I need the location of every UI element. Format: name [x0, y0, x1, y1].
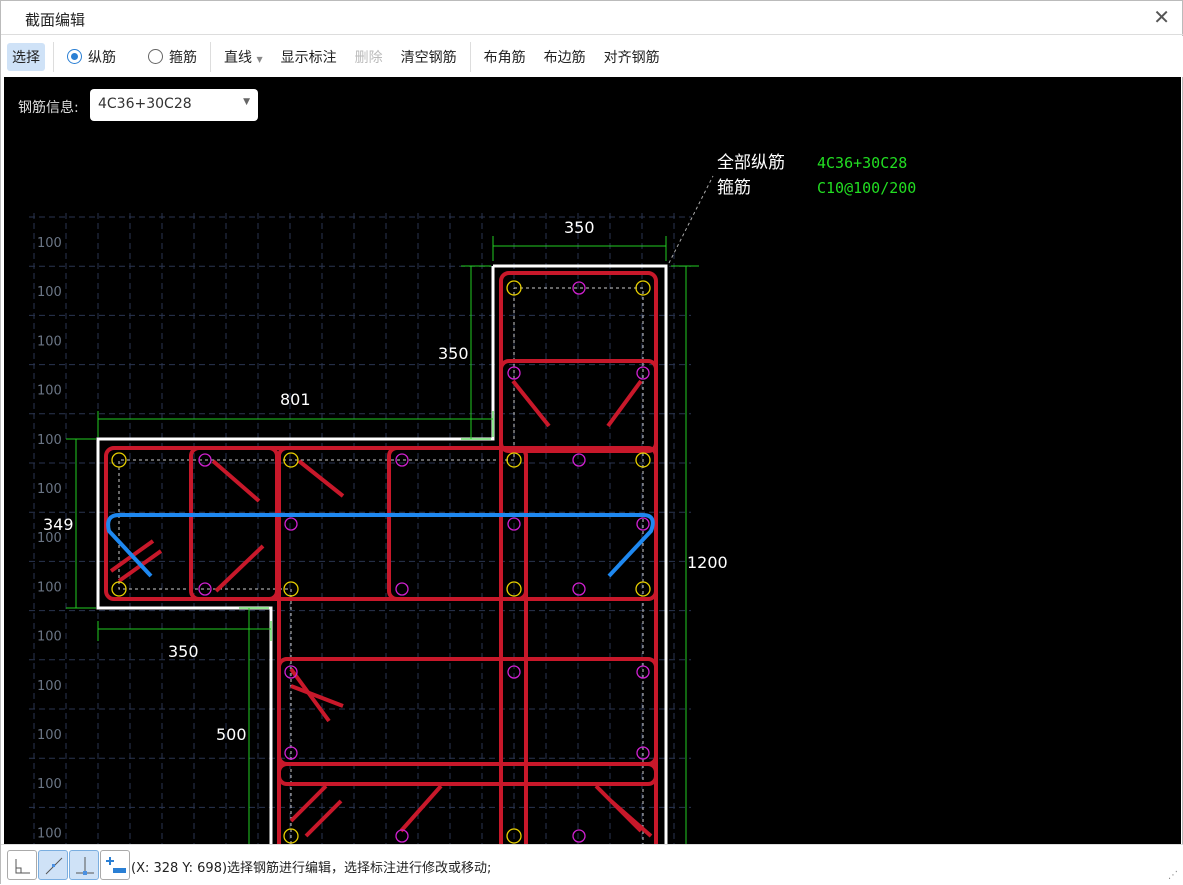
corner-icon	[15, 859, 30, 874]
plus-minus-icon	[106, 857, 126, 873]
perpendicular-snap-button[interactable]	[69, 850, 99, 880]
stirrup-hook	[304, 799, 343, 838]
stirrup	[277, 657, 658, 766]
stirrup	[387, 446, 528, 601]
rebar-info-select[interactable]: 4C36+30C28 ▼	[90, 89, 258, 121]
stirrup-hook	[606, 379, 643, 428]
dimension-label-left-width: 801	[280, 390, 311, 409]
edge-rebar-button[interactable]: 布边筋	[539, 43, 591, 71]
section-drawing[interactable]: 1001001001001001001001001001001001001003…	[4, 77, 1181, 844]
diagonal-line-icon	[45, 857, 63, 875]
grid-label: 100	[37, 285, 62, 300]
grid-label: 100	[37, 482, 62, 497]
dimension-label-bottom-width: 350	[168, 642, 199, 661]
clear-rebar-button[interactable]: 清空钢筋	[396, 43, 462, 71]
stirrup	[104, 446, 658, 601]
radio-checked-icon	[67, 48, 82, 64]
status-text: (X: 328 Y: 698)选择钢筋进行编辑，选择标注进行修改或移动;	[131, 861, 492, 876]
divider	[53, 41, 54, 72]
grid-label: 100	[37, 728, 62, 743]
line-type-label: 直线	[224, 49, 252, 66]
edge-rebar	[395, 582, 409, 596]
edge-rebar	[572, 453, 586, 467]
stirrup-hook	[399, 784, 443, 833]
stirrup-hook	[211, 459, 261, 503]
leader-line	[668, 175, 714, 264]
chevron-down-icon: ▼	[256, 54, 263, 64]
grid-label: 100	[37, 334, 62, 349]
stirrup-hook	[214, 544, 265, 593]
stirrup-label: 箍筋	[169, 49, 197, 66]
dimension-label-left-height: 349	[43, 515, 74, 534]
stirrup-hook	[609, 799, 653, 838]
add-dimension-button[interactable]	[100, 850, 130, 880]
close-icon[interactable]: ✕	[1153, 5, 1170, 29]
divider	[469, 41, 471, 72]
edge-rebar	[572, 829, 586, 843]
toolbar: 选择 纵筋 箍筋 直线 ▼ 显示标注 删除 清空钢筋 布角筋 布边筋 对齐钢筋	[1, 36, 1183, 77]
edge-rebar	[572, 582, 586, 596]
legend-stirrup-value: C10@100/200	[817, 179, 916, 197]
dimension-label-top-height: 350	[438, 344, 469, 363]
grid-label: 100	[37, 384, 62, 399]
legend-long-label: 全部纵筋	[717, 153, 785, 173]
longitudinal-label: 纵筋	[88, 49, 116, 66]
section-canvas[interactable]: 100 100 100 100 100 100 100 100 100 100 100 100 100 3…	[4, 77, 1181, 844]
section-outline	[96, 264, 668, 844]
dimension-label-top-width: 350	[564, 218, 595, 237]
grid-label: 100	[37, 580, 62, 595]
status-bar: (X: 328 Y: 698)选择钢筋进行编辑，选择标注进行修改或移动; ⋰	[1, 844, 1183, 885]
divider	[210, 41, 211, 72]
grid-label: 100	[37, 433, 62, 448]
window-title: 截面编辑	[25, 11, 86, 29]
stirrup-hook	[289, 784, 328, 823]
corner-rebar-button[interactable]: 布角筋	[479, 43, 531, 71]
chevron-down-icon: ▼	[243, 97, 250, 107]
line-snap-button[interactable]	[38, 850, 68, 880]
rebar-info-value: 4C36+30C28	[98, 96, 192, 112]
grid-label: 100	[37, 630, 62, 645]
perpendicular-icon	[76, 857, 94, 875]
grid-label: 100	[37, 236, 62, 251]
dimension-label-bottom-height: 500	[216, 725, 247, 744]
show-dims-button[interactable]: 显示标注	[276, 43, 342, 71]
dimension-label-total-height: 1200	[687, 553, 728, 572]
radio-unchecked-icon	[148, 48, 163, 64]
stirrup-hook	[297, 459, 345, 498]
stirrup-radio[interactable]: 箍筋	[143, 43, 202, 71]
stirrup	[277, 762, 658, 786]
cover-line	[118, 287, 644, 844]
longitudinal-radio[interactable]: 纵筋	[62, 43, 121, 71]
resize-grip-icon[interactable]: ⋰	[1168, 870, 1178, 881]
ortho-snap-button[interactable]	[7, 850, 37, 880]
legend-stirrup-label: 箍筋	[717, 178, 751, 198]
select-button[interactable]: 选择	[7, 42, 45, 71]
grid-label: 100	[37, 826, 62, 841]
grid-label: 100	[37, 679, 62, 694]
line-type-dropdown[interactable]: 直线 ▼	[219, 43, 268, 71]
stirrup-hook	[511, 379, 551, 428]
delete-button[interactable]: 删除	[350, 43, 388, 71]
align-rebar-button[interactable]: 对齐钢筋	[599, 43, 665, 71]
title-bar: 截面编辑 ✕	[1, 1, 1183, 35]
grid-label: 100	[37, 777, 62, 792]
legend-long-value: 4C36+30C28	[817, 154, 907, 172]
edge-rebar	[284, 517, 298, 531]
rebar-info-label: 钢筋信息:	[18, 100, 79, 116]
